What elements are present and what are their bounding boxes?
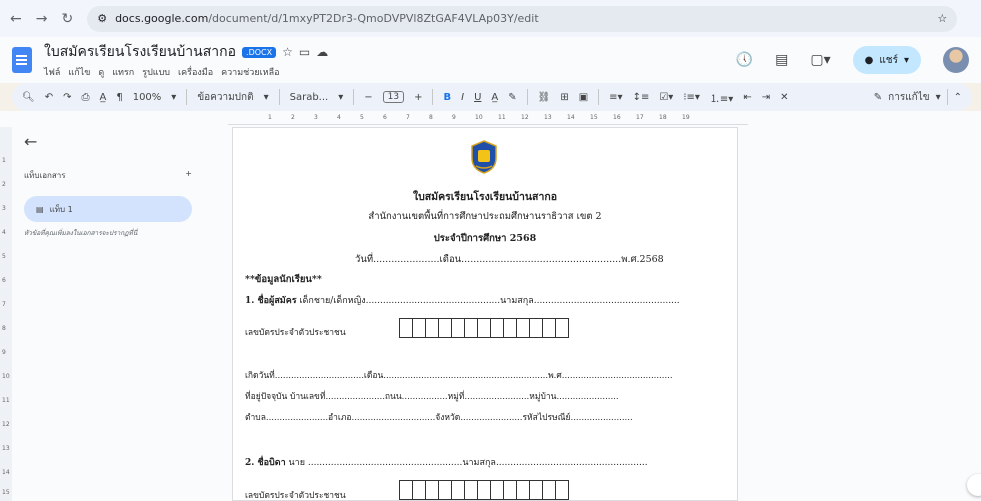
browser-toolbar: ← → ↻ ⚙ docs.google.com/document/d/1mxyP… — [0, 0, 981, 37]
move-folder-icon[interactable]: ▭ — [299, 45, 310, 59]
form-title: ใบสมัครเรียนโรงเรียนบ้านสากอ — [412, 191, 558, 203]
line-spacing-icon[interactable]: ↕≡ — [633, 92, 650, 103]
menu-view[interactable]: ดู — [98, 65, 104, 79]
tab-label: แท็บ 1 — [49, 204, 73, 214]
highlight-icon[interactable]: ✎ — [508, 92, 516, 103]
forward-arrow-icon[interactable]: → — [36, 11, 48, 27]
back-arrow-icon[interactable]: ← — [24, 132, 192, 151]
bold-icon[interactable]: B — [443, 92, 451, 103]
date-line: วันที่......................เดือน.......… — [355, 254, 664, 265]
menu-insert[interactable]: แทรก — [112, 65, 134, 79]
formatting-toolbar: 🔍︎ ↶ ↷ ⎙ A̲ ¶ 100% ▾ ข้อความปกติ ▾ Sarab… — [12, 83, 972, 111]
menu-help[interactable]: ความช่วยเหลือ — [221, 65, 279, 79]
outline-hint: หัวข้อที่คุณเพิ่มลงในเอกสารจะปรากฏที่นี่ — [24, 229, 138, 237]
add-tab-icon[interactable]: + — [185, 169, 192, 182]
print-icon[interactable]: ⎙ — [81, 92, 89, 103]
link-icon[interactable]: ⛓ — [538, 92, 551, 103]
chevron-down-icon[interactable]: ▾ — [338, 92, 343, 103]
id-number-boxes[interactable] — [399, 480, 569, 500]
pencil-icon: ✎ — [873, 91, 883, 103]
url-host: docs.google.com — [115, 12, 209, 25]
office-line: สำนักงานเขตพื้นที่การศึกษาประถมศึกษานราธ… — [368, 211, 602, 222]
add-comment-icon[interactable]: ⊞ — [560, 92, 568, 103]
docx-badge: .DOCX — [242, 46, 277, 58]
vertical-ruler[interactable]: 1 2 3 4 5 6 7 8 9 10 11 12 13 14 15 — [0, 127, 12, 501]
applicant-name-line: 1. ชื่อผู้สมัคร เด็กชาย/เด็กหญิง........… — [245, 296, 680, 306]
underline-icon[interactable]: U — [474, 92, 481, 103]
menu-format[interactable]: รูปแบบ — [142, 65, 170, 79]
father-name-line: 2. ชื่อบิดา นาย ........................… — [245, 458, 648, 468]
document-page[interactable]: ใบสมัครเรียนโรงเรียนบ้านสากอ สำนักงานเขต… — [232, 127, 738, 501]
sidebar-header: แท็บเอกสาร — [24, 171, 66, 180]
tab-icon: ▤ — [36, 204, 44, 214]
school-logo-icon — [471, 140, 497, 174]
meet-icon[interactable]: ▢▾ — [810, 52, 830, 68]
horizontal-ruler[interactable]: 1 2 3 4 5 6 7 8 9 10 11 12 13 14 15 16 1… — [228, 113, 748, 125]
spellcheck-icon[interactable]: A̲ — [99, 92, 106, 103]
insert-image-icon[interactable]: ▣ — [579, 92, 588, 103]
year-line: ประจำปีการศึกษา 2568 — [433, 233, 537, 244]
id-label: เลขบัตรประจำตัวประชาชน — [245, 491, 346, 501]
increase-font-size-icon[interactable]: + — [414, 92, 422, 103]
globe-icon: ● — [864, 54, 874, 66]
url-path: /document/d/1mxyPT2Dr3-QmoDVPVl8ZtGAF4VL… — [208, 12, 539, 25]
italic-icon[interactable]: I — [461, 92, 464, 103]
undo-icon[interactable]: ↶ — [45, 92, 53, 103]
sidebar-item-tab-1[interactable]: ▤ แท็บ 1 — [24, 196, 192, 222]
address-line: ที่อยู่ปัจจุบัน บ้านเลขที่..............… — [245, 392, 619, 402]
comments-icon[interactable]: ▤ — [775, 52, 788, 68]
search-menus-icon[interactable]: 🔍︎ — [22, 92, 35, 103]
menu-bar: ไฟล์ แก้ไข ดู แทรก รูปแบบ เครื่องมือ ควา… — [44, 65, 328, 79]
share-button[interactable]: ● แชร์ ▾ — [852, 46, 921, 74]
menu-tools[interactable]: เครื่องมือ — [178, 65, 213, 79]
history-icon[interactable]: 🕔 — [736, 52, 753, 68]
menu-file[interactable]: ไฟล์ — [44, 65, 60, 79]
zoom-select[interactable]: 100% — [133, 92, 162, 103]
chevron-down-icon[interactable]: ▾ — [904, 55, 909, 66]
increase-indent-icon[interactable]: ⇥ — [762, 92, 770, 103]
decrease-indent-icon[interactable]: ⇤ — [743, 92, 751, 103]
numbered-list-icon[interactable]: ⒈≡▾ — [710, 90, 733, 105]
font-size-input[interactable]: 13 — [382, 91, 405, 103]
style-select[interactable]: ข้อความปกติ — [197, 90, 253, 105]
align-icon[interactable]: ≡▾ — [609, 92, 622, 103]
text-color-icon[interactable]: A̲ — [491, 92, 498, 103]
district-line: ตำบล.......................อำเภอ........… — [245, 413, 633, 423]
chevron-down-icon[interactable]: ▾ — [171, 92, 176, 103]
cloud-status-icon[interactable]: ☁ — [316, 45, 328, 59]
avatar[interactable] — [943, 47, 969, 73]
star-icon[interactable]: ☆ — [282, 45, 293, 59]
id-label: เลขบัตรประจำตัวประชาชน — [245, 328, 346, 338]
address-bar[interactable]: ⚙ docs.google.com/document/d/1mxyPT2Dr3-… — [87, 5, 958, 32]
docs-logo-icon[interactable] — [12, 47, 32, 73]
back-arrow-icon[interactable]: ← — [10, 11, 22, 27]
birth-line: เกิดวันที่..............................… — [245, 371, 673, 381]
document-title[interactable]: ใบสมัครเรียนโรงเรียนบ้านสากอ — [44, 41, 236, 63]
checklist-icon[interactable]: ☑▾ — [659, 92, 673, 103]
menu-edit[interactable]: แก้ไข — [68, 65, 90, 79]
bulleted-list-icon[interactable]: ⁝≡▾ — [683, 92, 700, 103]
docs-header: ใบสมัครเรียนโรงเรียนบ้านสากอ .DOCX ☆ ▭ ☁… — [0, 37, 981, 83]
bookmark-star-icon[interactable]: ☆ — [937, 12, 947, 25]
font-select[interactable]: Sarab... — [290, 92, 329, 103]
chevron-down-icon[interactable]: ▾ — [264, 92, 269, 103]
clear-formatting-icon[interactable]: ✕ — [780, 92, 788, 103]
paint-format-icon[interactable]: ¶ — [116, 92, 122, 103]
decrease-font-size-icon[interactable]: − — [364, 92, 372, 103]
section-heading: **ข้อมูลนักเรียน** — [245, 274, 322, 285]
share-label: แชร์ — [879, 54, 898, 66]
reload-icon[interactable]: ↻ — [61, 11, 73, 27]
id-number-boxes[interactable] — [399, 318, 569, 338]
editing-mode-select[interactable]: การแก้ไข — [888, 90, 929, 105]
document-tabs-sidebar: ← แท็บเอกสาร + ▤ แท็บ 1 หัวข้อที่คุณเพิ่… — [24, 132, 192, 238]
chevron-down-icon[interactable]: ▾ — [936, 92, 941, 103]
chevron-up-icon[interactable]: ⌃ — [954, 92, 962, 103]
redo-icon[interactable]: ↷ — [63, 92, 71, 103]
site-info-icon[interactable]: ⚙ — [97, 12, 107, 25]
